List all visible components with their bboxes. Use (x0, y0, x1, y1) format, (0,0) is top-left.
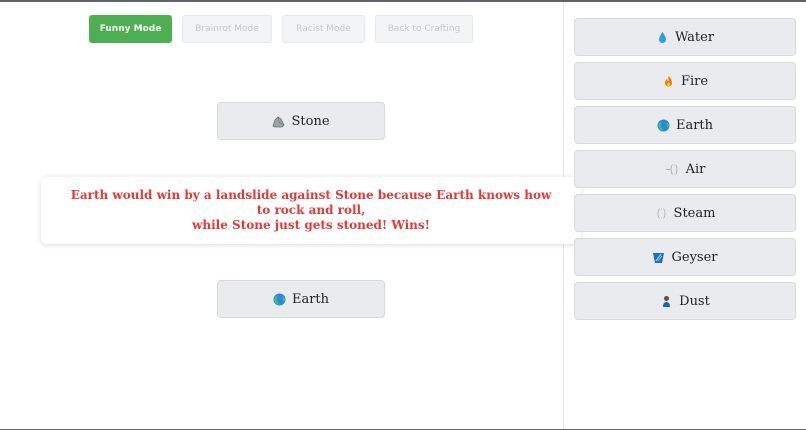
sidebar-item-air[interactable]: Air (574, 150, 796, 188)
back-to-crafting-button[interactable]: Back to Crafting (375, 15, 473, 43)
battle-element-label: Stone (291, 113, 330, 129)
battle-result-panel: Earth would win by a landslide against S… (41, 177, 581, 244)
brainrot-mode-button[interactable]: Brainrot Mode (182, 15, 272, 43)
dust-person-icon (660, 295, 673, 308)
globe-icon (273, 293, 286, 306)
steam-icon (655, 207, 668, 220)
battle-result-line: Earth would win by a landslide against S… (70, 188, 552, 217)
sidebar-item-label: Air (685, 161, 706, 177)
wind-icon (665, 163, 680, 176)
fire-icon (662, 75, 675, 88)
sidebar-item-geyser[interactable]: Geyser (574, 238, 796, 276)
sidebar-item-label: Water (674, 29, 715, 45)
battle-result-line: while Stone just gets stoned! Wins! (192, 218, 430, 232)
window-top-border (0, 0, 806, 2)
water-drop-icon (656, 31, 669, 44)
sidebar-item-label: Geyser (671, 249, 718, 265)
sidebar-item-dust[interactable]: Dust (574, 282, 796, 320)
sidebar-item-label: Fire (680, 73, 709, 89)
racist-mode-button[interactable]: Racist Mode (282, 15, 365, 43)
geyser-icon (652, 251, 665, 264)
battle-element-earth[interactable]: Earth (217, 280, 385, 318)
sidebar-item-fire[interactable]: Fire (574, 62, 796, 100)
battle-element-label: Earth (291, 291, 330, 307)
funny-mode-button[interactable]: Funny Mode (89, 15, 172, 43)
sidebar-item-label: Steam (673, 205, 716, 221)
rock-icon (272, 115, 285, 128)
sidebar-item-water[interactable]: Water (574, 18, 796, 56)
battle-element-stone[interactable]: Stone (217, 102, 385, 140)
battle-result-text: Earth would win by a landslide against S… (69, 188, 553, 233)
sidebar-item-steam[interactable]: Steam (574, 194, 796, 232)
globe-icon (657, 119, 670, 132)
sidebar-item-earth[interactable]: Earth (574, 106, 796, 144)
sidebar-item-label: Earth (675, 117, 714, 133)
sidebar-item-label: Dust (679, 293, 710, 309)
